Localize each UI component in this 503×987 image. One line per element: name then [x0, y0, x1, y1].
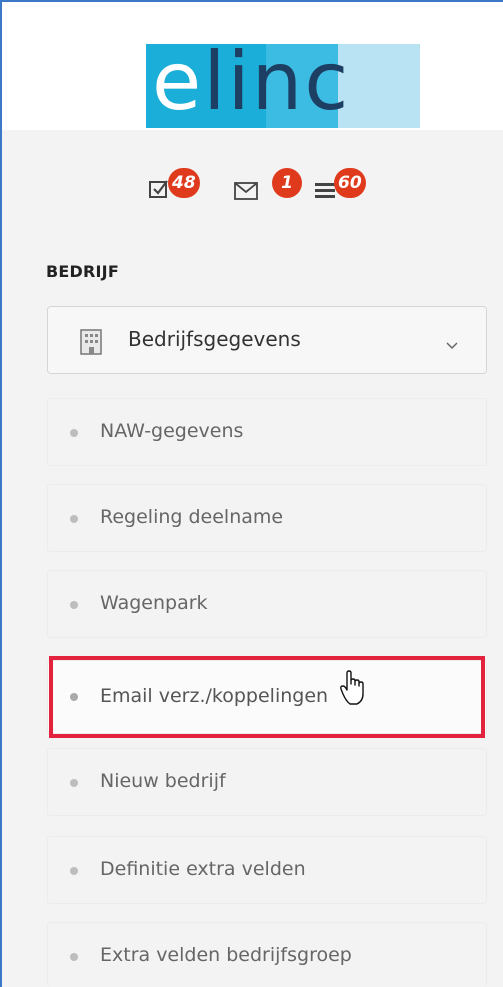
- menu-item-label: Nieuw bedrijf: [100, 770, 226, 792]
- bedrijfsgegevens-dropdown[interactable]: Bedrijfsgegevens: [47, 306, 487, 374]
- menu-item-naw-gegevens[interactable]: NAW-gegevens: [47, 398, 487, 466]
- tasks-count-badge[interactable]: 48: [168, 168, 200, 198]
- messages-count-badge[interactable]: 1: [272, 168, 302, 198]
- logo-area: elinc: [2, 2, 503, 130]
- menu-item-regeling-deelname[interactable]: Regeling deelname: [47, 484, 487, 552]
- menu-item-nieuw-bedrijf[interactable]: Nieuw bedrijf: [47, 748, 487, 816]
- bullet-icon: [70, 429, 78, 437]
- menu-item-label: NAW-gegevens: [100, 420, 244, 442]
- menu-item-label: Wagenpark: [100, 592, 208, 614]
- bullet-icon: [70, 601, 78, 609]
- section-title: BEDRIJF: [46, 262, 119, 281]
- notification-counters: 48 1 60: [148, 168, 408, 208]
- bullet-icon: [70, 515, 78, 523]
- bullet-icon: [70, 867, 78, 875]
- chevron-down-icon: [446, 335, 458, 354]
- bullet-icon: [70, 779, 78, 787]
- menu-item-label: Regeling deelname: [100, 506, 284, 528]
- list-count-badge[interactable]: 60: [334, 168, 366, 198]
- hand-cursor-icon: [339, 670, 367, 710]
- menu-item-wagenpark[interactable]: Wagenpark: [47, 570, 487, 638]
- building-icon: [80, 329, 102, 359]
- eblinc-logo[interactable]: elinc: [146, 44, 420, 128]
- menu-item-extra-velden-bedrijfsgroep[interactable]: Extra velden bedrijfsgroep: [47, 922, 487, 987]
- bullet-icon: [70, 953, 78, 961]
- dropdown-label: Bedrijfsgegevens: [128, 327, 301, 351]
- menu-item-definitie-extra-velden[interactable]: Definitie extra velden: [47, 836, 487, 904]
- logo-wordmark: elinc: [152, 44, 351, 128]
- checkbox-icon[interactable]: [148, 178, 170, 204]
- highlight-box: [49, 656, 485, 738]
- list-icon[interactable]: [314, 182, 336, 204]
- envelope-icon[interactable]: [234, 182, 258, 204]
- menu-item-label: Definitie extra velden: [100, 858, 306, 880]
- menu-item-label: Extra velden bedrijfsgroep: [100, 944, 352, 966]
